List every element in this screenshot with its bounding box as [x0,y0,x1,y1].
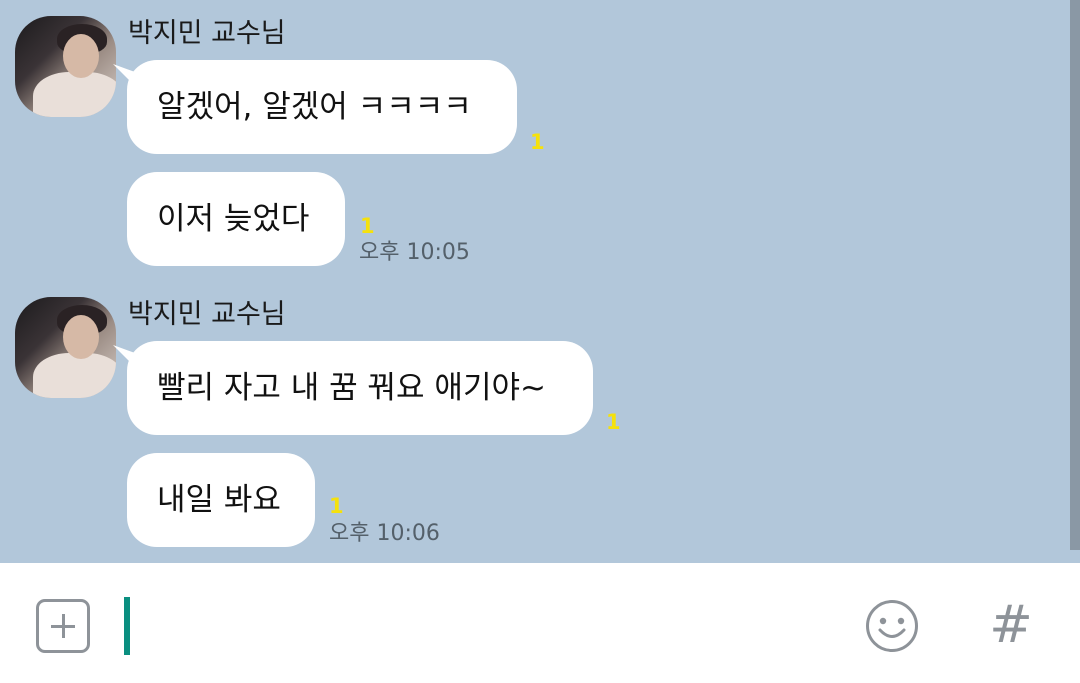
message-bubble[interactable]: 내일 봐요 [127,453,315,547]
avatar[interactable] [15,16,116,117]
scrollbar[interactable] [1070,0,1080,550]
message-text: 알겠어, 알겠어 ㅋㅋㅋㅋ [157,89,472,125]
message-text: 내일 봐요 [157,482,281,518]
sender-name: 박지민 교수님 [128,299,286,330]
message-bubble[interactable]: 이저 늦었다 [127,172,345,266]
message-text: 이저 늦었다 [157,201,310,237]
message-bubble[interactable]: 알겠어, 알겠어 ㅋㅋㅋㅋ [127,60,517,154]
message-text: 빨리 자고 내 꿈 꿔요 애기야~ [157,370,546,406]
message-input[interactable] [124,596,840,656]
unread-count: 1 [360,214,375,238]
unread-count: 1 [606,410,621,434]
message-group: 박지민 교수님 알겠어, 알겠어 ㅋㅋㅋㅋ 1 이저 늦었다 1 오후 10:0… [0,16,1070,276]
smiley-icon[interactable] [865,599,919,653]
avatar[interactable] [15,297,116,398]
message-time: 오후 10:05 [359,240,470,265]
chat-area[interactable]: 박지민 교수님 알겠어, 알겠어 ㅋㅋㅋㅋ 1 이저 늦었다 1 오후 10:0… [0,0,1080,563]
message-bubble[interactable]: 빨리 자고 내 꿈 꿔요 애기야~ [127,341,593,435]
plus-square-icon[interactable] [36,599,90,653]
hash-icon[interactable]: # [986,595,1036,655]
text-caret [124,597,130,655]
unread-count: 1 [329,494,344,518]
unread-count: 1 [530,130,545,154]
message-time: 오후 10:06 [329,521,440,546]
sender-name: 박지민 교수님 [128,18,286,49]
message-group: 박지민 교수님 빨리 자고 내 꿈 꿔요 애기야~ 1 내일 봐요 1 오후 1… [0,297,1070,557]
message-input-bar: # [0,563,1080,683]
